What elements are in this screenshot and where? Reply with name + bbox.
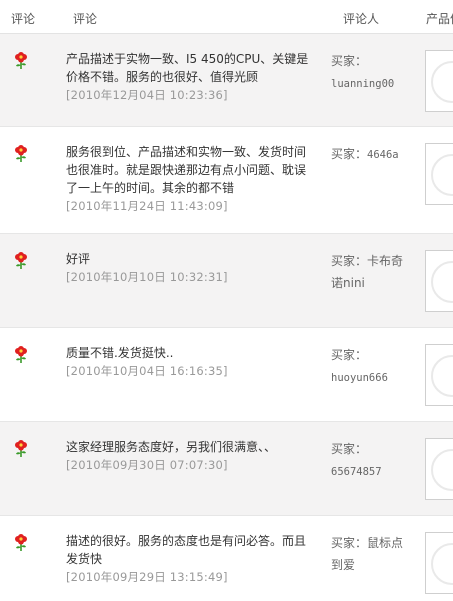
review-comment: 好评 [2010年10月10日 10:32:31] [66, 250, 314, 286]
header-comment: 评论 [73, 12, 98, 26]
red-flower-icon [15, 440, 27, 457]
review-date: [2010年10月04日 16:16:35] [66, 364, 228, 378]
review-date: [2010年09月29日 13:15:49] [66, 570, 228, 584]
buyer-label: 买家： [331, 536, 368, 550]
red-flower-icon [15, 534, 27, 551]
review-date: [2010年10月10日 10:32:31] [66, 270, 228, 284]
review-text: 产品描述于实物一致、I5 450的CPU、关键是价格不错。服务的也很好、值得光顾 [66, 52, 309, 84]
review-text: 服务很到位、产品描述和实物一致、发货时间也很准时。就是跟快递那边有点小问题、耽误… [66, 145, 307, 195]
reviewer: 买家： 65674857 [331, 438, 415, 483]
product-thumbnail[interactable] [425, 50, 453, 112]
review-text: 好评 [66, 252, 91, 266]
buyer-name: huoyun666 [331, 372, 388, 384]
review-comment: 服务很到位、产品描述和实物一致、发货时间也很准时。就是跟快递那边有点小问题、耽误… [66, 143, 314, 215]
review-comment: 质量不错.发货挺快.. [2010年10月04日 16:16:35] [66, 344, 314, 380]
buyer-label: 买家： [331, 54, 368, 68]
product-thumbnail[interactable] [425, 250, 453, 312]
review-date: [2010年09月30日 07:07:30] [66, 458, 228, 472]
review-date: [2010年12月04日 10:23:36] [66, 88, 228, 102]
reviewer: 买家： luanning00 [331, 50, 415, 95]
buyer-label: 买家： [331, 147, 368, 161]
reviewer: 买家：4646a [331, 143, 415, 166]
review-row: 质量不错.发货挺快.. [2010年10月04日 16:16:35] 买家： h… [0, 328, 453, 422]
product-thumbnail[interactable] [425, 143, 453, 205]
header-product: 产品信息 [426, 12, 453, 26]
reviewer: 买家：鼠标点到爱 [331, 532, 415, 576]
red-flower-icon [15, 52, 27, 69]
review-comment: 这家经理服务态度好，另我们很满意、、 [2010年09月30日 07:07:30… [66, 438, 314, 474]
review-row: 服务很到位、产品描述和实物一致、发货时间也很准时。就是跟快递那边有点小问题、耽误… [0, 127, 453, 234]
red-flower-icon [15, 252, 27, 269]
review-row: 这家经理服务态度好，另我们很满意、、 [2010年09月30日 07:07:30… [0, 422, 453, 516]
buyer-label: 买家： [331, 254, 368, 268]
review-comment: 产品描述于实物一致、I5 450的CPU、关键是价格不错。服务的也很好、值得光顾… [66, 50, 314, 104]
red-flower-icon [15, 145, 27, 162]
buyer-name: 4646a [367, 149, 399, 161]
review-row: 好评 [2010年10月10日 10:32:31] 买家：卡布奇诺nini [0, 234, 453, 328]
table-header: 评论 评论 评论人 产品信息 [0, 0, 453, 34]
buyer-name: luanning00 [331, 78, 395, 90]
reviewer: 买家： huoyun666 [331, 344, 415, 389]
review-text: 描述的很好。服务的态度也是有问必答。而且发货快 [66, 534, 307, 566]
header-rating: 评论 [11, 12, 36, 26]
product-thumbnail[interactable] [425, 532, 453, 594]
buyer-name: 65674857 [331, 466, 382, 478]
header-reviewer: 评论人 [343, 12, 380, 26]
product-thumbnail[interactable] [425, 438, 453, 500]
review-row: 产品描述于实物一致、I5 450的CPU、关键是价格不错。服务的也很好、值得光顾… [0, 34, 453, 127]
product-thumbnail[interactable] [425, 344, 453, 406]
buyer-label: 买家： [331, 442, 368, 456]
reviewer: 买家：卡布奇诺nini [331, 250, 415, 294]
red-flower-icon [15, 346, 27, 363]
review-text: 这家经理服务态度好，另我们很满意、、 [66, 440, 277, 454]
review-comment: 描述的很好。服务的态度也是有问必答。而且发货快 [2010年09月29日 13:… [66, 532, 314, 586]
review-text: 质量不错.发货挺快.. [66, 346, 174, 360]
review-row: 描述的很好。服务的态度也是有问必答。而且发货快 [2010年09月29日 13:… [0, 516, 453, 601]
buyer-label: 买家： [331, 348, 368, 362]
review-date: [2010年11月24日 11:43:09] [66, 199, 228, 213]
